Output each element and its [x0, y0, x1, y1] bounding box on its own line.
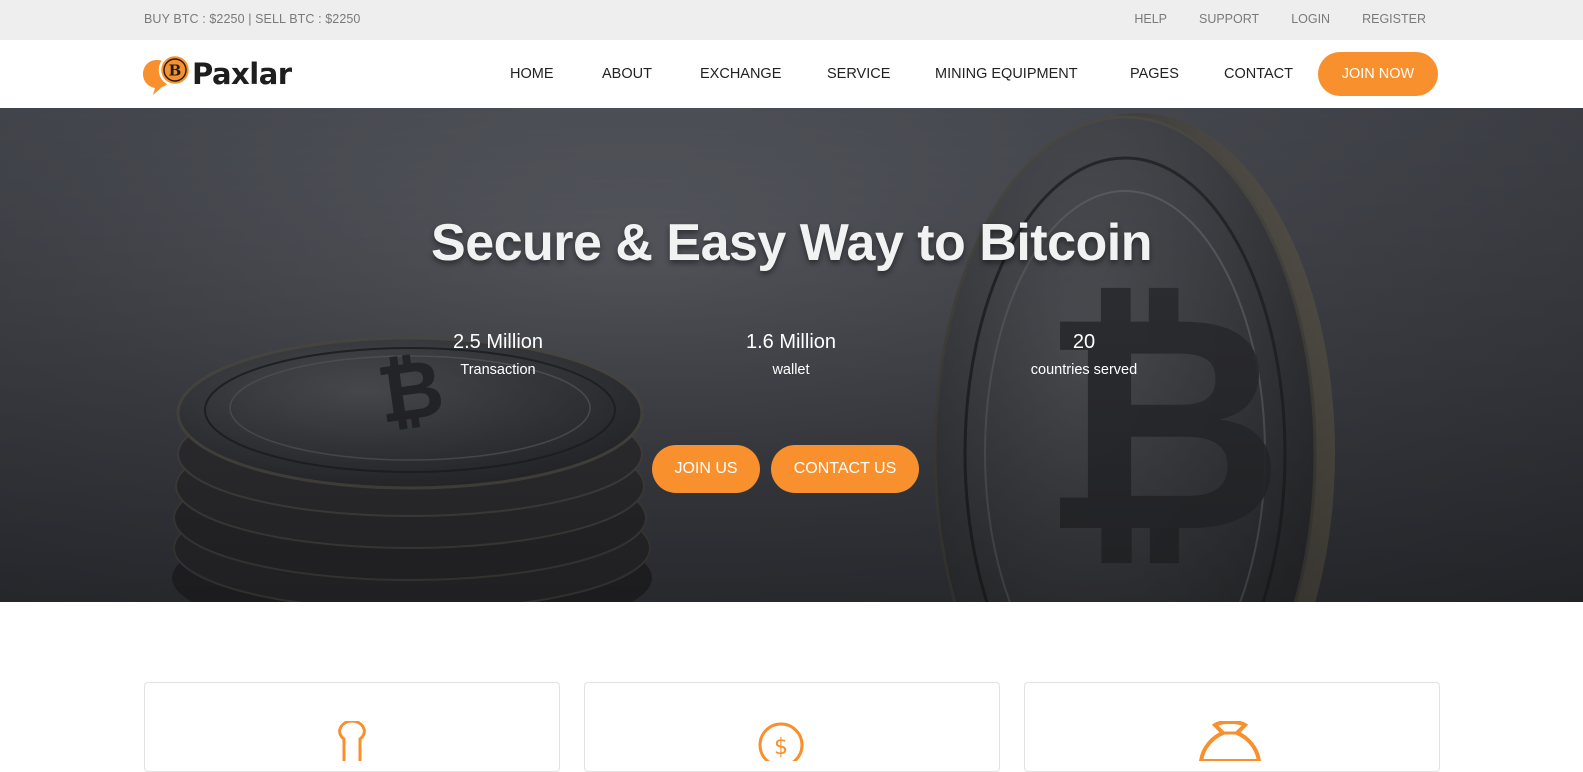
site-logo[interactable]: B Paxlar	[143, 52, 292, 96]
lightbulb-icon	[338, 721, 366, 761]
stat-transactions: 2.5 Million Transaction	[398, 331, 598, 378]
hero-title: Secure & Easy Way to Bitcoin	[431, 214, 1152, 272]
join-us-button[interactable]: JOIN US	[652, 445, 760, 493]
svg-text:$: $	[774, 735, 788, 760]
stat-label: countries served	[1030, 362, 1138, 378]
stat-value: 2.5 Million	[452, 331, 544, 353]
nav-home[interactable]: HOME	[510, 66, 554, 82]
top-links: HELP SUPPORT LOGIN REGISTER	[1102, 12, 1426, 26]
feature-card: $	[584, 682, 1000, 772]
main-navbar: B Paxlar HOME ABOUT EXCHANGE SERVICE MIN…	[0, 40, 1583, 108]
chat-bubble-logo-icon: B	[143, 53, 192, 95]
top-bar: BUY BTC : $2250 | SELL BTC : $2250 HELP …	[0, 0, 1583, 40]
btc-price-ticker: BUY BTC : $2250 | SELL BTC : $2250	[144, 12, 361, 26]
hero-section: ₿ ₿ Secure & Easy Way to Bitcoin 2.5 Mil…	[0, 108, 1583, 602]
nav-exchange[interactable]: EXCHANGE	[700, 66, 781, 82]
stat-label: Transaction	[460, 362, 536, 378]
nav-pages[interactable]: PAGES	[1130, 66, 1179, 82]
brand-name: Paxlar	[192, 57, 292, 91]
contact-us-button[interactable]: CONTACT US	[771, 445, 919, 493]
help-link[interactable]: HELP	[1134, 12, 1167, 26]
feature-card	[144, 682, 560, 772]
nav-contact[interactable]: CONTACT	[1224, 66, 1293, 82]
feature-card	[1024, 682, 1440, 772]
stat-countries: 20 countries served	[984, 331, 1184, 378]
nav-about[interactable]: ABOUT	[602, 66, 652, 82]
stat-wallets: 1.6 Million wallet	[691, 331, 891, 378]
join-now-button[interactable]: JOIN NOW	[1318, 52, 1438, 96]
register-link[interactable]: REGISTER	[1362, 12, 1426, 26]
nav-service[interactable]: SERVICE	[827, 66, 890, 82]
login-link[interactable]: LOGIN	[1291, 12, 1330, 26]
money-bag-icon	[1198, 721, 1262, 761]
dollar-coin-icon: $	[758, 722, 804, 761]
logo-letter: B	[169, 62, 182, 80]
stat-label: wallet	[772, 362, 810, 378]
stat-value: 20	[1072, 331, 1096, 353]
stat-value: 1.6 Million	[745, 331, 837, 353]
nav-mining-equipment[interactable]: MINING EQUIPMENT	[935, 66, 1078, 82]
support-link[interactable]: SUPPORT	[1199, 12, 1259, 26]
